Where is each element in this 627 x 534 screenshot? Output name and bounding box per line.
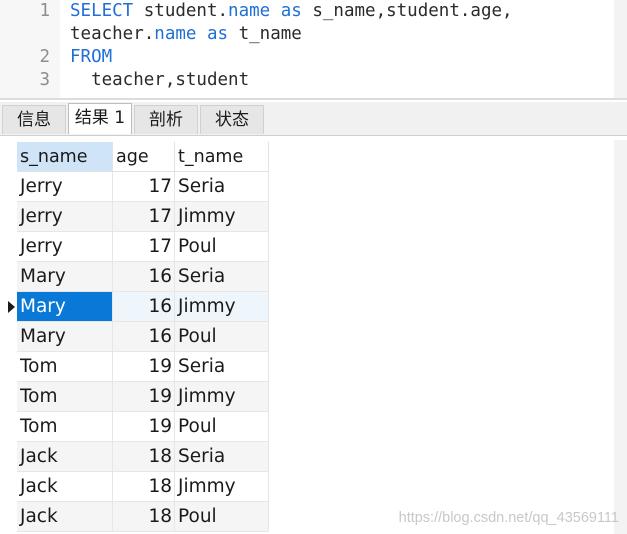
cell-t-name[interactable]: Jimmy bbox=[175, 292, 269, 322]
table-row[interactable]: Tom 19 Seria bbox=[17, 352, 269, 382]
sql-token: teacher,student bbox=[70, 70, 250, 90]
table-row[interactable]: Mary 16 Poul bbox=[17, 322, 269, 352]
cell-s-name[interactable]: Jack bbox=[17, 472, 113, 502]
cell-t-name[interactable]: Poul bbox=[175, 412, 269, 442]
cell-s-name[interactable]: Mary bbox=[17, 262, 113, 292]
cell-s-name[interactable]: Jack bbox=[17, 442, 113, 472]
sql-keyword: name bbox=[228, 1, 271, 21]
cell-t-name[interactable]: Poul bbox=[175, 322, 269, 352]
cell-t-name[interactable]: Jimmy bbox=[175, 382, 269, 412]
sql-keyword: as bbox=[207, 24, 229, 44]
cell-age[interactable]: 18 bbox=[113, 442, 175, 472]
table-row[interactable]: Jerry 17 Poul bbox=[17, 232, 269, 262]
table-row[interactable]: Jack 18 Seria bbox=[17, 442, 269, 472]
cell-age[interactable]: 17 bbox=[113, 202, 175, 232]
cell-t-name[interactable]: Jimmy bbox=[175, 472, 269, 502]
result-grid[interactable]: s_name age t_name Jerry 17 Seria Jerry 17 Jim… bbox=[0, 140, 627, 534]
code-text: teacher,student bbox=[70, 69, 249, 92]
table-row[interactable]: Jerry 17 Seria bbox=[17, 172, 269, 202]
table-row[interactable]: Mary 16 Jimmy bbox=[17, 292, 269, 322]
cell-t-name[interactable]: Jimmy bbox=[175, 202, 269, 232]
cell-t-name[interactable]: Seria bbox=[175, 172, 269, 202]
sql-token: t_name bbox=[228, 24, 302, 44]
tab-2[interactable]: 结果 1 bbox=[68, 103, 132, 134]
code-text: SELECT student.name as s_name,student.ag… bbox=[70, 0, 513, 23]
table-row[interactable]: Mary 16 Seria bbox=[17, 262, 269, 292]
code-text: FROM bbox=[70, 46, 112, 69]
cell-t-name[interactable]: Seria bbox=[175, 262, 269, 292]
cell-age[interactable]: 19 bbox=[113, 382, 175, 412]
cell-t-name[interactable]: Seria bbox=[175, 352, 269, 382]
tab-4[interactable]: 状态 bbox=[200, 105, 264, 134]
watermark: https://blog.csdn.net/qq_43569111 bbox=[398, 510, 619, 526]
sql-keyword: as bbox=[280, 1, 302, 21]
cell-t-name[interactable]: Poul bbox=[175, 502, 269, 532]
table-row[interactable]: Tom 19 Jimmy bbox=[17, 382, 269, 412]
cell-age[interactable]: 19 bbox=[113, 352, 175, 382]
column-header-t-name[interactable]: t_name bbox=[175, 142, 269, 172]
cell-s-name[interactable]: Mary bbox=[17, 322, 113, 352]
editor-scrollbar[interactable] bbox=[614, 0, 627, 98]
sql-token: student. bbox=[133, 1, 229, 21]
cell-age[interactable]: 16 bbox=[113, 292, 175, 322]
current-row-arrow-icon bbox=[8, 301, 15, 313]
tab-1[interactable]: 信息 bbox=[2, 105, 66, 134]
table-row[interactable]: Jerry 17 Jimmy bbox=[17, 202, 269, 232]
grid-scrollbar[interactable] bbox=[614, 140, 627, 534]
cell-t-name[interactable]: Seria bbox=[175, 442, 269, 472]
result-tab-bar: 信息 结果 1 剖析 状态 bbox=[0, 102, 627, 136]
column-header-s-name[interactable]: s_name bbox=[17, 142, 113, 172]
cell-age[interactable]: 17 bbox=[113, 172, 175, 202]
cell-s-name[interactable]: Jerry bbox=[17, 172, 113, 202]
table-row[interactable]: Tom 19 Poul bbox=[17, 412, 269, 442]
cell-age[interactable]: 16 bbox=[113, 262, 175, 292]
cell-s-name[interactable]: Jerry bbox=[17, 202, 113, 232]
sql-keyword: SELECT bbox=[70, 1, 134, 21]
table-row[interactable]: Jack 18 Jimmy bbox=[17, 472, 269, 502]
code-text: teacher.name as t_name bbox=[70, 23, 302, 46]
cell-s-name[interactable]: Jack bbox=[17, 502, 113, 532]
cell-s-name[interactable]: Jerry bbox=[17, 232, 113, 262]
cell-s-name[interactable]: Mary bbox=[17, 292, 113, 322]
sql-keyword: name bbox=[154, 24, 197, 44]
line-number: 2 bbox=[39, 47, 50, 67]
cell-age[interactable]: 19 bbox=[113, 412, 175, 442]
editor-divider bbox=[0, 98, 627, 100]
cell-age[interactable]: 16 bbox=[113, 322, 175, 352]
cell-age[interactable]: 18 bbox=[113, 472, 175, 502]
tab-3[interactable]: 剖析 bbox=[134, 105, 198, 134]
sql-token: s_name,student.age, bbox=[301, 1, 513, 21]
cell-t-name[interactable]: Poul bbox=[175, 232, 269, 262]
cell-age[interactable]: 17 bbox=[113, 232, 175, 262]
sql-token: teacher. bbox=[70, 24, 155, 44]
sql-keyword: FROM bbox=[70, 47, 113, 67]
cell-s-name[interactable]: Tom bbox=[17, 382, 113, 412]
cell-age[interactable]: 18 bbox=[113, 502, 175, 532]
line-number: 1 bbox=[39, 1, 50, 21]
sql-editor[interactable]: 1 SELECT student.name as s_name,student.a… bbox=[0, 0, 627, 100]
line-number: 3 bbox=[39, 70, 50, 90]
cell-s-name[interactable]: Tom bbox=[17, 412, 113, 442]
column-header-age[interactable]: age bbox=[113, 142, 175, 172]
row-indicator-column bbox=[0, 140, 17, 534]
cell-s-name[interactable]: Tom bbox=[17, 352, 113, 382]
table-row[interactable]: Jack 18 Poul bbox=[17, 502, 269, 532]
